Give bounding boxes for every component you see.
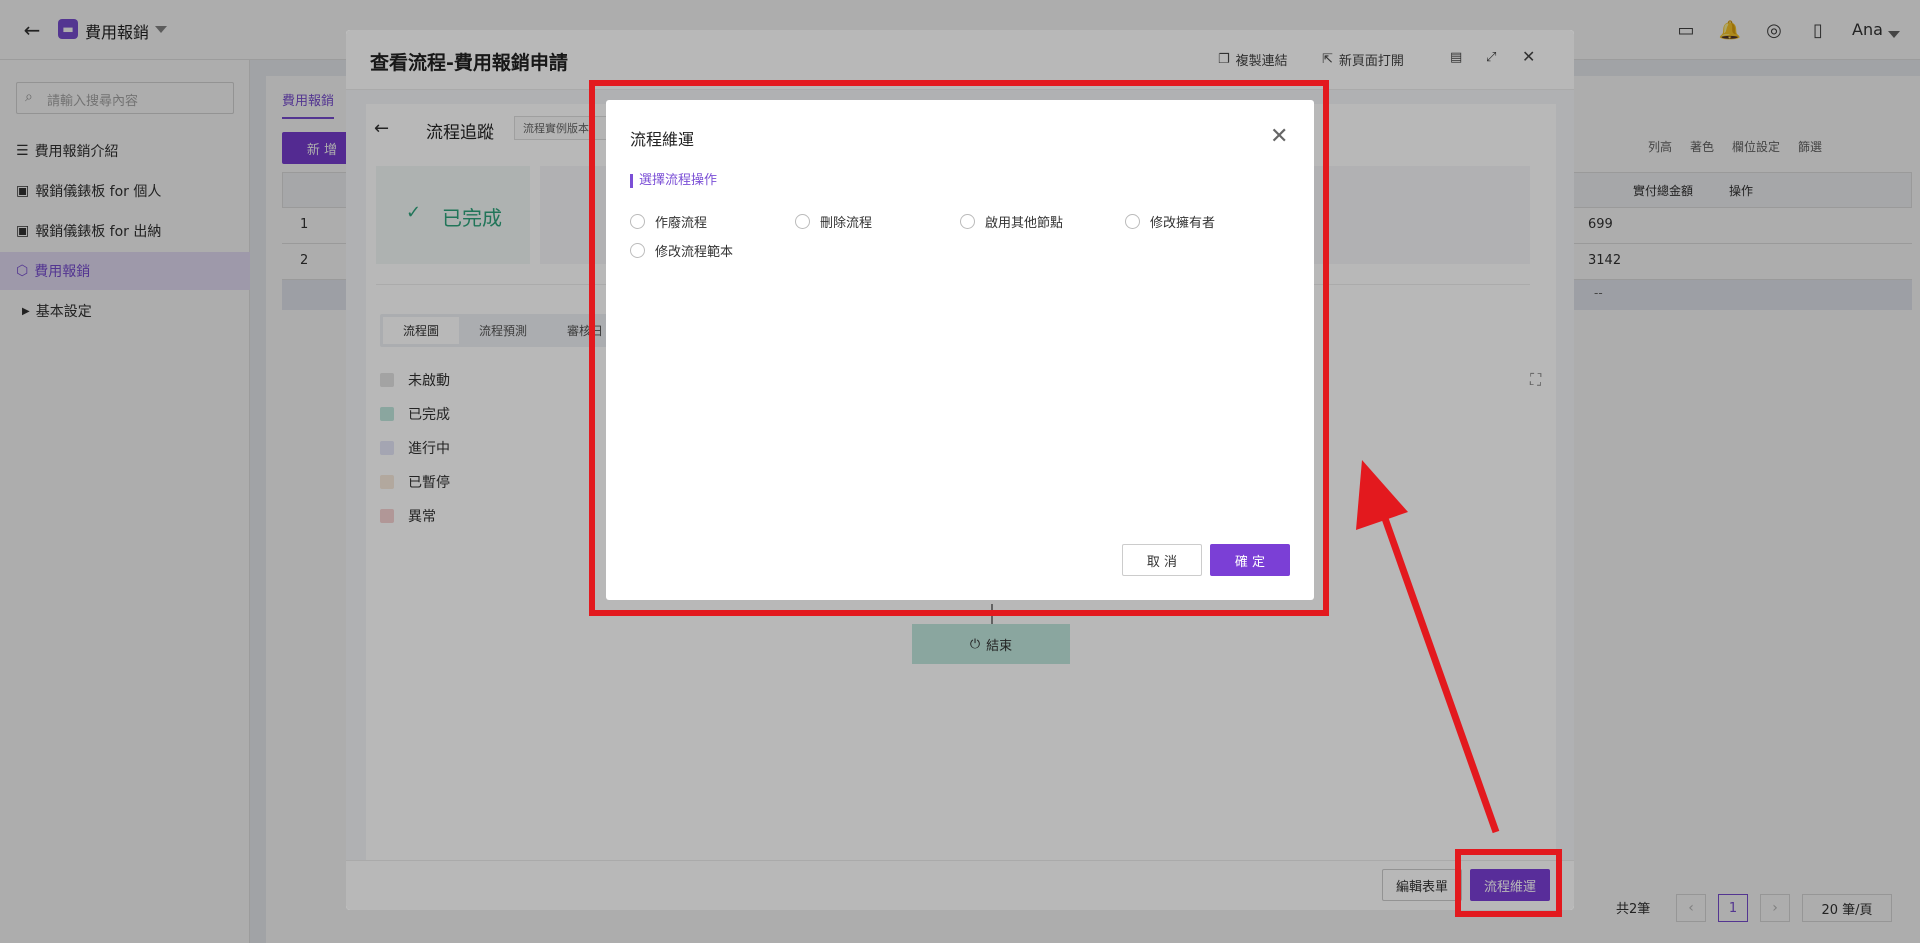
annotation-arrow xyxy=(1356,460,1500,834)
annotation-box-button xyxy=(1455,849,1562,917)
annotation-box-dialog xyxy=(589,80,1329,616)
